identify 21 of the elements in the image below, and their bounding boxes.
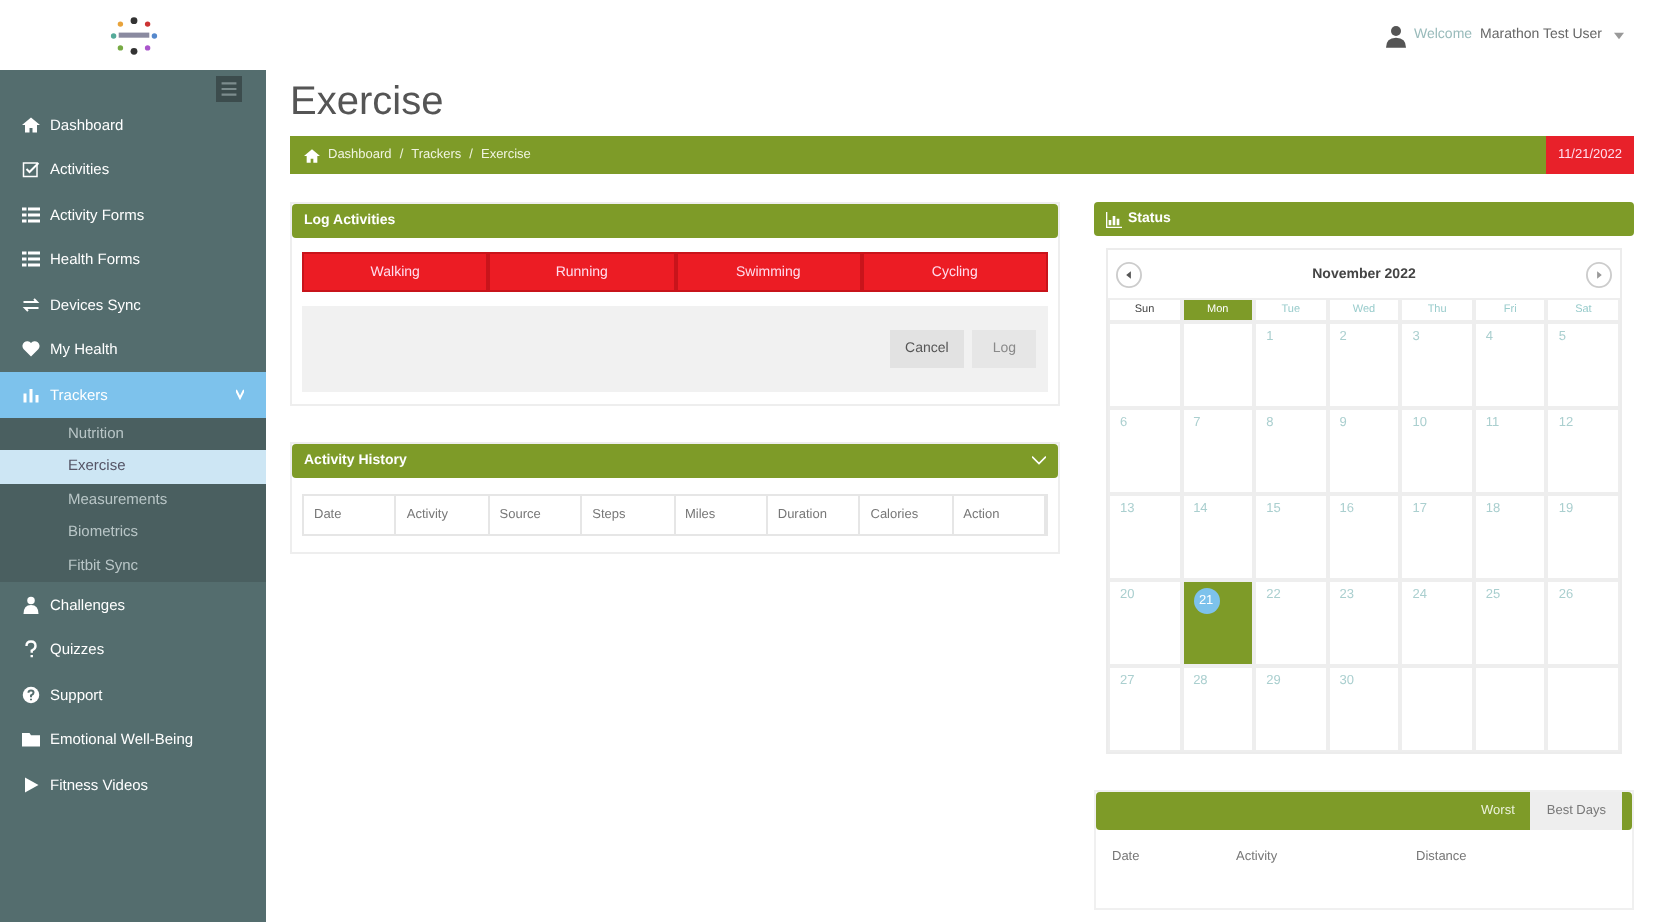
chevron-icon[interactable] <box>1032 456 1046 466</box>
next-month-button[interactable] <box>1585 262 1612 288</box>
list-icon <box>22 250 40 269</box>
previous-month-button[interactable] <box>1116 262 1142 288</box>
home-icon <box>304 147 320 163</box>
page-title: Exercise <box>290 78 446 126</box>
home-icon <box>22 115 40 134</box>
chart-icon <box>1106 211 1122 227</box>
play-icon <box>22 775 40 794</box>
heart-icon <box>22 340 40 359</box>
list-icon <box>22 205 40 224</box>
check-icon <box>22 160 40 179</box>
user-icon <box>1386 23 1406 47</box>
caret-icon <box>1614 31 1624 39</box>
menu-icon[interactable] <box>216 76 242 102</box>
question-icon <box>22 640 40 659</box>
person-icon <box>22 595 40 614</box>
bars-icon <box>22 385 40 404</box>
sync-icon <box>22 295 40 314</box>
folder-icon <box>22 730 40 749</box>
help-icon <box>22 685 40 704</box>
